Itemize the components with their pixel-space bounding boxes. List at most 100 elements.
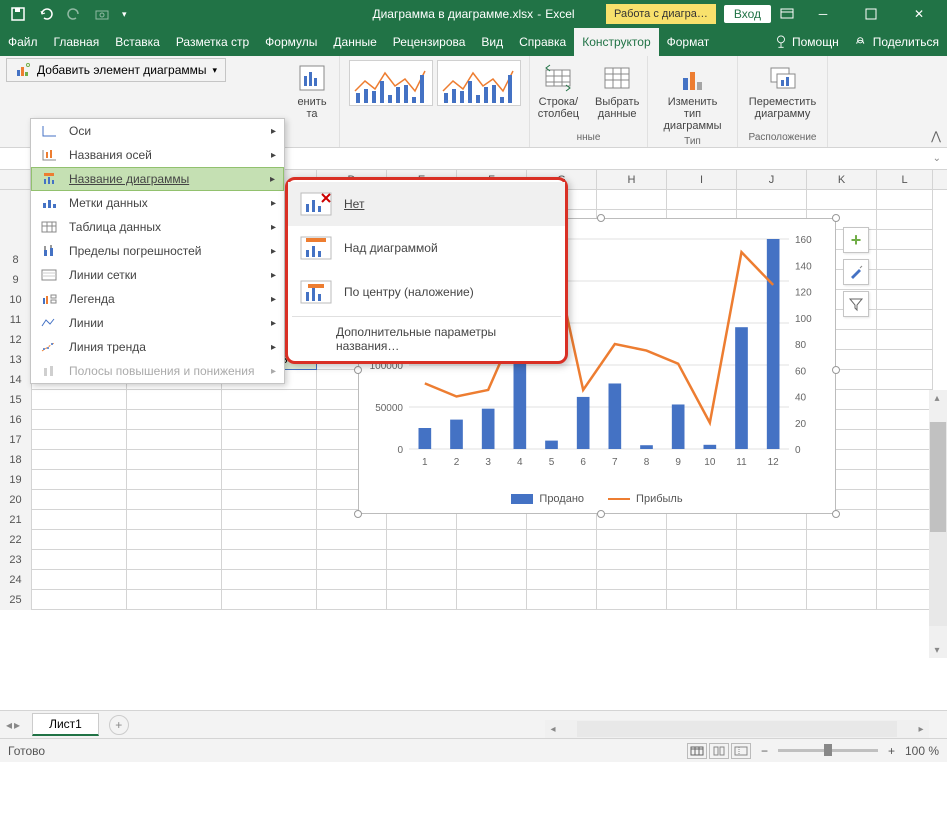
save-icon[interactable] <box>10 6 26 22</box>
svg-text:4: 4 <box>517 457 523 468</box>
svg-text:1: 1 <box>422 457 428 468</box>
svg-text:50000: 50000 <box>375 403 403 414</box>
submenu-none[interactable]: Нет <box>288 182 565 226</box>
menu-gridlines[interactable]: Линии сетки▸ <box>31 263 284 287</box>
menu-data-labels[interactable]: Метки данных▸ <box>31 191 284 215</box>
add-chart-element-button[interactable]: Добавить элемент диаграммы ▾ <box>6 58 226 82</box>
style-thumb-2[interactable] <box>437 60 521 106</box>
tab-layout[interactable]: Разметка стр <box>168 28 257 56</box>
svg-text:3: 3 <box>485 457 491 468</box>
tab-review[interactable]: Рецензирова <box>385 28 474 56</box>
sheet-tab-bar: ◂ ▸ Лист1 + ◂▸ <box>0 710 947 738</box>
qat-dropdown-icon[interactable]: ▾ <box>122 9 127 20</box>
svg-text:10: 10 <box>704 457 716 468</box>
sheet-tab-1[interactable]: Лист1 <box>32 713 99 736</box>
chart-legend: Продано Прибыль <box>359 493 835 505</box>
close-button[interactable]: ✕ <box>899 0 939 28</box>
tell-me[interactable]: Помощн <box>766 28 847 56</box>
col-header-i[interactable]: I <box>667 170 737 189</box>
tab-format[interactable]: Формат <box>659 28 718 56</box>
quick-layout-button[interactable]: енить та <box>290 60 334 122</box>
svg-text:60: 60 <box>795 366 807 377</box>
status-text: Готово <box>8 744 45 758</box>
tab-file[interactable]: Файл <box>0 28 46 56</box>
share-button[interactable]: Поделиться <box>847 28 947 56</box>
col-header-j[interactable]: J <box>737 170 807 189</box>
svg-text:9: 9 <box>675 457 681 468</box>
select-all-corner[interactable] <box>0 170 32 189</box>
doc-title: Диаграмма в диаграмме.xlsx <box>372 7 533 21</box>
titlebar: ▾ Диаграмма в диаграмме.xlsx - Excel Раб… <box>0 0 947 28</box>
tab-designer[interactable]: Конструктор <box>574 28 658 56</box>
zoom-level[interactable]: 100 % <box>905 744 939 758</box>
style-thumb-1[interactable] <box>349 60 433 106</box>
tab-help[interactable]: Справка <box>511 28 574 56</box>
collapse-ribbon-icon[interactable]: ⋀ <box>931 129 941 143</box>
horizontal-scrollbar[interactable]: ◂▸ <box>545 720 929 738</box>
zoom-slider[interactable] <box>778 749 878 752</box>
svg-text:8: 8 <box>644 457 650 468</box>
move-chart-button[interactable]: Переместить диаграмму <box>743 60 822 122</box>
status-bar: Готово − + 100 % <box>0 738 947 762</box>
sheet-nav-next-icon[interactable]: ▸ <box>14 718 20 732</box>
svg-text:0: 0 <box>397 445 403 456</box>
chart-tools-context: Работа с диагра… <box>606 4 716 24</box>
redo-icon[interactable] <box>66 6 82 22</box>
expand-formula-bar-icon[interactable]: ⌄ <box>933 153 941 164</box>
menu-axis-titles[interactable]: Названия осей▸ <box>31 143 284 167</box>
svg-text:140: 140 <box>795 261 812 272</box>
vertical-scrollbar[interactable]: ▴▾ <box>929 390 947 658</box>
svg-text:20: 20 <box>795 419 807 430</box>
chart-brush-button[interactable] <box>843 259 869 285</box>
svg-text:40: 40 <box>795 393 807 404</box>
chart-title-submenu: Нет Над диаграммой По центру (наложение)… <box>285 177 568 364</box>
page-break-view-button[interactable] <box>731 743 751 759</box>
camera-icon[interactable] <box>94 6 110 22</box>
submenu-above[interactable]: Над диаграммой <box>288 226 565 270</box>
ribbon-tabs: Файл Главная Вставка Разметка стр Формул… <box>0 28 947 56</box>
svg-text:2: 2 <box>454 457 460 468</box>
tab-home[interactable]: Главная <box>46 28 108 56</box>
tab-insert[interactable]: Вставка <box>107 28 168 56</box>
chart-element-dropdown: Оси▸ Названия осей▸ Название диаграммы▸ … <box>30 118 285 384</box>
tab-view[interactable]: Вид <box>473 28 511 56</box>
minimize-button[interactable]: ─ <box>803 0 843 28</box>
normal-view-button[interactable] <box>687 743 707 759</box>
switch-row-col-button[interactable]: Строка/ столбец <box>532 60 585 122</box>
tab-formulas[interactable]: Формулы <box>257 28 325 56</box>
page-layout-view-button[interactable] <box>709 743 729 759</box>
undo-icon[interactable] <box>38 6 54 22</box>
chart-filter-button[interactable] <box>843 291 869 317</box>
col-header-k[interactable]: K <box>807 170 877 189</box>
col-header-l[interactable]: L <box>877 170 933 189</box>
submenu-center[interactable]: По центру (наложение) <box>288 270 565 314</box>
svg-text:0: 0 <box>795 445 801 456</box>
zoom-in-button[interactable]: + <box>888 744 895 758</box>
svg-text:160: 160 <box>795 235 812 246</box>
svg-text:80: 80 <box>795 340 807 351</box>
chart-styles-gallery[interactable] <box>349 60 521 106</box>
maximize-button[interactable] <box>851 0 891 28</box>
menu-error-bars[interactable]: Пределы погрешностей▸ <box>31 239 284 263</box>
select-data-button[interactable]: Выбрать данные <box>589 60 645 122</box>
sheet-nav-prev-icon[interactable]: ◂ <box>6 718 12 732</box>
menu-lines[interactable]: Линии▸ <box>31 311 284 335</box>
menu-data-table[interactable]: Таблица данных▸ <box>31 215 284 239</box>
menu-chart-title[interactable]: Название диаграммы▸ <box>31 167 284 191</box>
svg-text:11: 11 <box>736 457 747 468</box>
ribbon-display-icon[interactable] <box>779 6 795 22</box>
tab-data[interactable]: Данные <box>325 28 384 56</box>
zoom-out-button[interactable]: − <box>761 744 768 758</box>
menu-legend[interactable]: Легенда▸ <box>31 287 284 311</box>
svg-text:6: 6 <box>580 457 586 468</box>
col-header-h[interactable]: H <box>597 170 667 189</box>
add-sheet-button[interactable]: + <box>109 715 129 735</box>
change-chart-type-button[interactable]: Изменить тип диаграммы <box>654 60 731 134</box>
login-button[interactable]: Вход <box>724 5 771 23</box>
svg-text:100: 100 <box>795 314 812 325</box>
chart-plus-button[interactable]: + <box>843 227 869 253</box>
menu-axes[interactable]: Оси▸ <box>31 119 284 143</box>
svg-text:7: 7 <box>612 457 618 468</box>
submenu-more-options[interactable]: Дополнительные параметры названия… <box>288 319 565 359</box>
menu-trendline[interactable]: Линия тренда▸ <box>31 335 284 359</box>
